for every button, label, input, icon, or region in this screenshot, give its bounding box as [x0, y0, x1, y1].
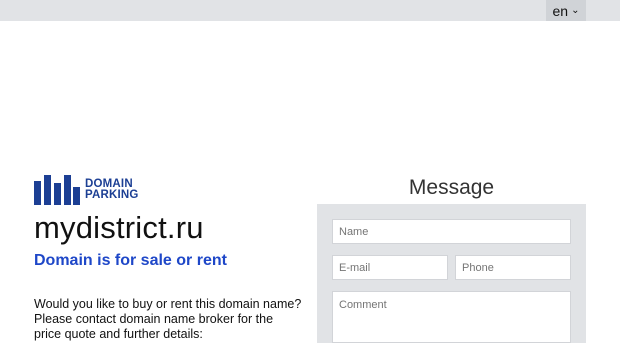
email-input[interactable]: [332, 255, 448, 280]
logo-text: DOMAIN PARKING: [85, 178, 139, 201]
sale-tagline: Domain is for sale or rent: [34, 252, 227, 269]
message-form: [317, 204, 586, 343]
top-bar: en ⌄: [0, 0, 620, 21]
logo-line-2: PARKING: [85, 189, 139, 201]
chevron-down-icon: ⌄: [571, 5, 580, 16]
name-input[interactable]: [332, 219, 571, 244]
phone-input[interactable]: [455, 255, 571, 280]
message-title: Message: [408, 176, 495, 199]
domain-parking-logo[interactable]: DOMAIN PARKING: [34, 175, 139, 205]
description-text: Would you like to buy or rent this domai…: [34, 297, 302, 341]
domain-name: mydistrict.ru: [34, 210, 204, 245]
language-selector[interactable]: en ⌄: [546, 0, 586, 21]
comment-input[interactable]: [332, 291, 571, 343]
logo-bars-icon: [34, 175, 80, 205]
language-label: en: [552, 2, 569, 19]
